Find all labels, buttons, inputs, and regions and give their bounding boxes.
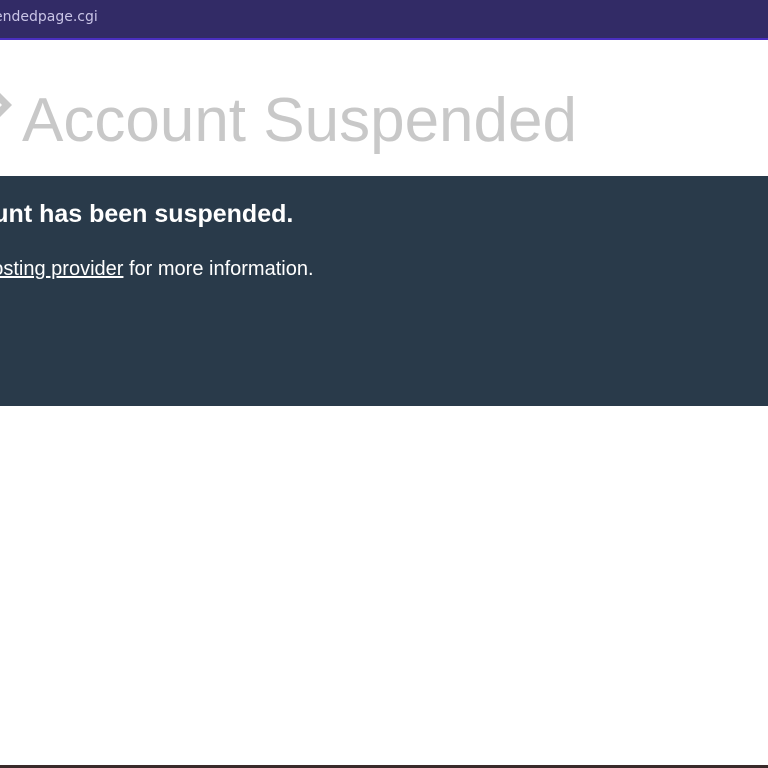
address-bar[interactable]: endedpage.cgi bbox=[0, 0, 768, 40]
contact-info: ct hosting provider for more information… bbox=[0, 258, 314, 281]
page-title: Account Suspended bbox=[22, 86, 577, 155]
address-url[interactable]: endedpage.cgi bbox=[0, 9, 98, 25]
suspension-notice: ount has been suspended. ct hosting prov… bbox=[0, 176, 768, 406]
gear-icon bbox=[0, 93, 12, 117]
hosting-provider-link[interactable]: hosting provider bbox=[0, 258, 123, 280]
page-header: Account Suspended bbox=[0, 40, 768, 176]
contact-suffix: for more information. bbox=[123, 258, 314, 280]
suspension-heading: ount has been suspended. bbox=[0, 200, 294, 228]
